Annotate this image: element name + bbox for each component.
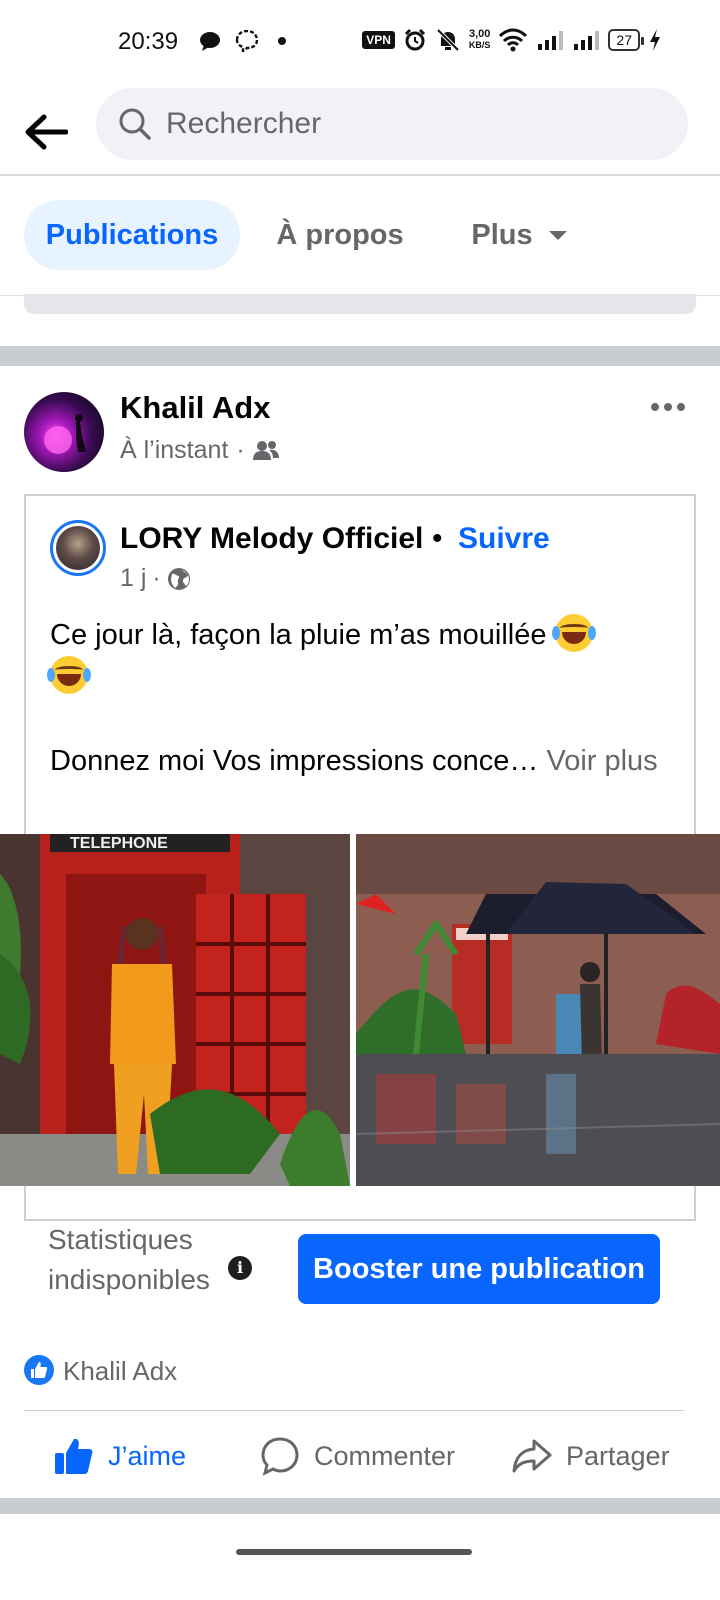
avatar-photo	[44, 414, 86, 454]
post-meta: À l’instant ·	[120, 436, 279, 465]
insights-unavailable-text: Statistiques indisponibles	[48, 1224, 210, 1295]
globe-public-icon[interactable]	[167, 567, 191, 591]
status-bar: 20:39 VPN 3,00 KB/S 27	[0, 0, 720, 88]
more-options-button[interactable]	[644, 392, 692, 422]
tears-of-joy-emoji-icon	[551, 614, 596, 652]
search-placeholder: Rechercher	[166, 107, 322, 140]
post-time: À l’instant	[120, 436, 229, 464]
vpn-badge: VPN	[362, 31, 395, 49]
back-arrow-icon	[25, 114, 68, 150]
share-arrow-icon	[512, 1439, 552, 1473]
signal-icon-2	[574, 31, 600, 50]
tears-of-joy-emoji-icon-2	[47, 656, 91, 694]
info-icon[interactable]: i	[228, 1256, 252, 1280]
comment-button[interactable]: Commenter	[260, 1426, 455, 1486]
tab-more[interactable]: Plus	[454, 200, 584, 270]
back-button[interactable]	[22, 108, 70, 156]
search-input[interactable]: Rechercher	[96, 88, 688, 160]
boost-post-button[interactable]: Booster une publication	[298, 1234, 660, 1304]
like-button[interactable]: J’aime	[54, 1426, 186, 1486]
comment-label: Commenter	[314, 1440, 456, 1471]
comment-bubble-icon	[261, 1437, 299, 1476]
author-avatar[interactable]	[24, 392, 104, 472]
shared-post-time: 1 j	[120, 564, 147, 592]
tab-about[interactable]: À propos	[270, 200, 410, 270]
share-label: Partager	[566, 1440, 670, 1471]
gesture-nav-handle[interactable]	[236, 1549, 472, 1555]
tab-more-label: Plus	[471, 218, 533, 251]
messenger-icon	[235, 30, 259, 52]
name-dot-separator: •	[432, 522, 443, 555]
post-author-name[interactable]: Khalil Adx	[120, 390, 270, 426]
previous-card-edge	[24, 294, 696, 314]
section-divider-bottom	[0, 1498, 720, 1514]
shared-post-meta: 1 j ·	[120, 564, 191, 593]
alarm-icon	[404, 28, 425, 51]
notification-dot-icon	[278, 37, 286, 45]
like-reaction-icon[interactable]	[24, 1355, 54, 1385]
follow-button[interactable]: Suivre	[458, 522, 550, 556]
shared-page-avatar[interactable]	[50, 520, 106, 576]
reactor-name[interactable]: Khalil Adx	[63, 1356, 177, 1387]
more-dots-icon	[651, 403, 659, 411]
post-photo-phone-booth[interactable]: TELEPHONE	[0, 834, 350, 1186]
shared-page-name[interactable]: LORY Melody Officiel	[120, 522, 423, 556]
caret-down-icon	[548, 230, 567, 240]
like-label: J’aime	[108, 1440, 187, 1471]
post-text-line2: Donnez moi Vos impressions conce…	[50, 745, 539, 777]
actions-divider	[24, 1410, 684, 1411]
search-header: Rechercher	[0, 88, 720, 176]
profile-tabs: Publications À propos Plus	[0, 178, 720, 296]
tab-publications[interactable]: Publications	[24, 200, 240, 270]
see-more-link[interactable]: Voir plus	[546, 745, 657, 777]
signal-icon	[538, 31, 564, 50]
post-text-line1: Ce jour là, façon la pluie m’as mouillée	[50, 619, 547, 651]
charging-bolt-icon	[650, 29, 660, 51]
meta-separator: ·	[236, 436, 245, 464]
friends-audience-icon[interactable]	[252, 440, 279, 462]
status-time: 20:39	[118, 28, 179, 55]
thumbs-up-icon	[55, 1438, 93, 1474]
svg-text:TELEPHONE: TELEPHONE	[70, 835, 168, 852]
network-speed: 3,00 KB/S	[468, 28, 491, 51]
search-icon	[119, 108, 151, 140]
post-text: Ce jour là, façon la pluie m’as mouillée…	[47, 614, 670, 782]
chat-bubble-icon	[200, 32, 220, 51]
section-divider	[0, 346, 720, 366]
mute-bell-icon	[436, 28, 460, 52]
wifi-icon	[499, 28, 528, 52]
shared-meta-separator: ·	[152, 564, 161, 592]
post-photo-rain-set[interactable]	[356, 834, 720, 1186]
share-button[interactable]: Partager	[512, 1426, 670, 1486]
battery-indicator: 27	[608, 29, 644, 51]
